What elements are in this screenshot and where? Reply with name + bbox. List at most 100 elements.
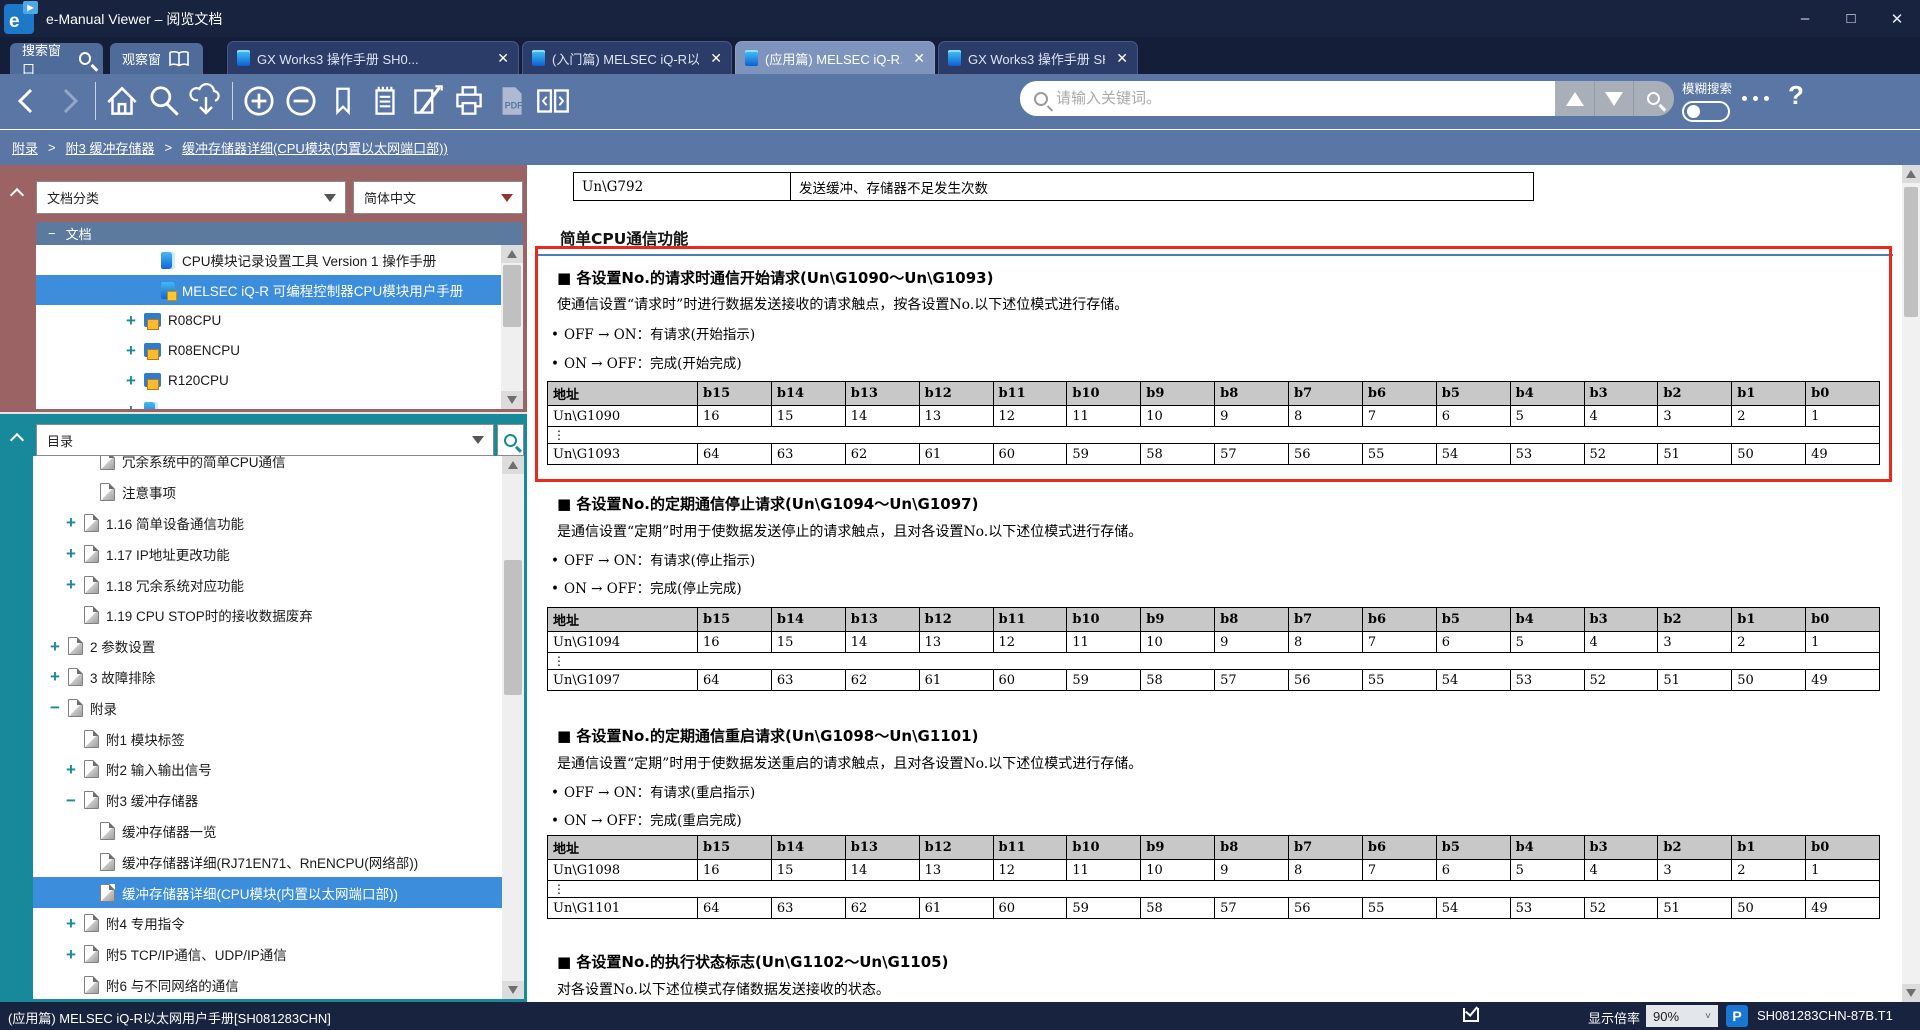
expand-icon[interactable]: + bbox=[66, 915, 84, 932]
toc-tree-item[interactable]: +3 故障排除 bbox=[33, 662, 524, 693]
toc-scrollbar[interactable] bbox=[502, 456, 524, 999]
toc-tree-item[interactable]: −附录 bbox=[33, 692, 524, 723]
home-button[interactable] bbox=[101, 81, 143, 121]
doc-tree-root[interactable]: − 文档 bbox=[36, 222, 523, 245]
scrollbar-thumb[interactable] bbox=[504, 560, 522, 695]
expand-icon[interactable]: + bbox=[126, 402, 144, 410]
toc-tree-item[interactable]: +1.18 冗余系统对应功能 bbox=[33, 569, 524, 600]
tab-1[interactable]: GX Works3 操作手册 SH0...✕ bbox=[227, 41, 519, 74]
facing-pages-button[interactable] bbox=[532, 81, 574, 121]
scroll-up-button[interactable] bbox=[502, 456, 524, 474]
notes-button[interactable] bbox=[364, 81, 406, 121]
tab-3[interactable]: (应用篇) MELSEC iQ-R以...✕ bbox=[735, 41, 935, 74]
doc-tree-item[interactable]: + bbox=[36, 395, 523, 409]
search-go-button[interactable] bbox=[1633, 81, 1672, 116]
tab-close-icon[interactable]: ✕ bbox=[1116, 50, 1128, 67]
tab-4[interactable]: GX Works3 操作手册 SH0...✕ bbox=[938, 41, 1138, 74]
zoom-out-button[interactable] bbox=[280, 81, 322, 121]
tab-close-icon[interactable]: ✕ bbox=[710, 50, 722, 67]
expand-icon[interactable]: + bbox=[126, 372, 144, 389]
expand-icon[interactable]: + bbox=[126, 312, 144, 329]
tab-close-icon[interactable]: ✕ bbox=[913, 50, 925, 67]
toc-tree-item[interactable]: +1.17 IP地址更改功能 bbox=[33, 538, 524, 569]
breadcrumb-link[interactable]: 附录 bbox=[12, 138, 38, 157]
doc-category-dropdown[interactable]: 文档分类 bbox=[36, 181, 346, 214]
scroll-up-button[interactable] bbox=[1902, 165, 1920, 183]
download-manual-icon[interactable] bbox=[185, 81, 227, 121]
breadcrumb-link[interactable]: 附3 缓冲存储器 bbox=[66, 138, 155, 157]
scroll-up-button[interactable] bbox=[501, 245, 523, 263]
tab-close-icon[interactable]: ✕ bbox=[497, 50, 509, 67]
toc-tree-item[interactable]: +1.16 简单设备通信功能 bbox=[33, 508, 524, 539]
doc-tree-item[interactable]: +R08ENCPU bbox=[36, 335, 523, 365]
toc-tree-item[interactable]: 缓冲存储器详细(RJ71EN71、RnENCPU(网络部)) bbox=[33, 846, 524, 877]
toc-tree-item[interactable]: 缓冲存储器一览 bbox=[33, 816, 524, 847]
toc-tree-item[interactable]: 冗余系统中的简单CPU通信 bbox=[33, 456, 524, 477]
doc-tree-scrollbar[interactable] bbox=[501, 245, 523, 409]
toc-tree-item[interactable]: 缓冲存储器详细(CPU模块(内置以太网端口部)) bbox=[33, 877, 524, 908]
toc-dropdown[interactable]: 目录 bbox=[36, 424, 494, 456]
toc-tree-item[interactable]: 附6 与不同网络的通信 bbox=[33, 970, 524, 999]
print-button[interactable] bbox=[448, 81, 490, 121]
toc-tree-item[interactable]: 附1 模块标签 bbox=[33, 723, 524, 754]
minimize-button[interactable]: – bbox=[1782, 4, 1828, 34]
scroll-down-button[interactable] bbox=[501, 391, 523, 409]
search-next-button[interactable] bbox=[1594, 81, 1633, 116]
expand-icon[interactable]: + bbox=[50, 668, 68, 685]
expand-icon[interactable]: + bbox=[66, 545, 84, 562]
back-button[interactable] bbox=[6, 81, 48, 121]
table-header-cell: b9 bbox=[1141, 608, 1215, 632]
toc-tree-item[interactable]: +2 参数设置 bbox=[33, 631, 524, 662]
watch-window-button[interactable]: 观察窗 bbox=[110, 43, 203, 74]
content-scrollbar[interactable] bbox=[1902, 165, 1920, 1002]
language-dropdown[interactable]: 简体中文 bbox=[353, 181, 523, 214]
zoom-in-button[interactable] bbox=[238, 81, 280, 121]
bullet-icon: • bbox=[551, 327, 564, 343]
table-cell: 60 bbox=[993, 898, 1067, 919]
toc-tree-item[interactable]: 注意事项 bbox=[33, 477, 524, 508]
expand-icon[interactable]: + bbox=[126, 342, 144, 359]
fuzzy-search-control: 模糊搜索 bbox=[1682, 78, 1732, 122]
scroll-down-button[interactable] bbox=[502, 981, 524, 999]
doc-tree-item[interactable]: CPU模块记录设置工具 Version 1 操作手册 bbox=[36, 245, 523, 275]
expand-icon[interactable]: + bbox=[66, 946, 84, 963]
toc-tree-label: 缓冲存储器一览 bbox=[122, 821, 217, 841]
search-window-button[interactable]: 搜索窗口 bbox=[10, 43, 103, 74]
zoom-ratio-select[interactable]: 90% ˅ bbox=[1646, 1005, 1718, 1027]
help-button[interactable]: ? bbox=[1788, 80, 1804, 111]
toc-search-button[interactable] bbox=[497, 424, 524, 456]
search-page-button[interactable] bbox=[143, 81, 185, 121]
toc-tree-item[interactable]: 1.19 CPU STOP时的接收数据废弃 bbox=[33, 600, 524, 631]
more-options-button[interactable] bbox=[1742, 96, 1769, 101]
toc-tree-item[interactable]: +附2 输入输出信号 bbox=[33, 754, 524, 785]
doc-tree-item[interactable]: +R08CPU bbox=[36, 305, 523, 335]
expand-icon[interactable]: + bbox=[66, 761, 84, 778]
toc-tree-item[interactable]: +附4 专用指令 bbox=[33, 908, 524, 939]
collapse-doc-panel-icon[interactable] bbox=[12, 187, 24, 199]
keyword-search-input[interactable] bbox=[1056, 90, 1496, 107]
toc-tree-item[interactable]: +附5 TCP/IP通信、UDP/IP通信 bbox=[33, 939, 524, 970]
collapse-icon[interactable]: − bbox=[50, 699, 68, 716]
search-prev-button[interactable] bbox=[1555, 81, 1594, 116]
scrollbar-thumb[interactable] bbox=[1904, 187, 1918, 317]
collapse-icon[interactable]: − bbox=[66, 792, 84, 809]
bookmark-button[interactable] bbox=[322, 81, 364, 121]
expand-icon[interactable]: + bbox=[66, 576, 84, 593]
toc-tree-item[interactable]: −附3 缓冲存储器 bbox=[33, 785, 524, 816]
collapse-toc-panel-icon[interactable] bbox=[12, 432, 24, 444]
scrollbar-thumb[interactable] bbox=[503, 265, 521, 327]
table-cell: 54 bbox=[1436, 670, 1510, 691]
doc-tree-item[interactable]: +R120CPU bbox=[36, 365, 523, 395]
tab-2[interactable]: (入门篇) MELSEC iQ-R以...✕ bbox=[522, 41, 732, 74]
edit-note-button[interactable] bbox=[406, 81, 448, 121]
close-button[interactable]: ✕ bbox=[1874, 4, 1920, 34]
forward-button[interactable] bbox=[48, 81, 90, 121]
scroll-down-button[interactable] bbox=[1902, 984, 1920, 1002]
maximize-button[interactable]: □ bbox=[1828, 4, 1874, 34]
expand-icon[interactable]: + bbox=[50, 638, 68, 655]
expand-icon[interactable]: + bbox=[66, 514, 84, 531]
fuzzy-search-toggle[interactable] bbox=[1682, 101, 1730, 122]
breadcrumb-link[interactable]: 缓冲存储器详细(CPU模块(内置以太网端口部)) bbox=[182, 138, 448, 157]
collapse-icon[interactable]: − bbox=[48, 226, 56, 241]
doc-tree-item[interactable]: MELSEC iQ-R 可编程控制器CPU模块用户手册 bbox=[36, 275, 523, 305]
